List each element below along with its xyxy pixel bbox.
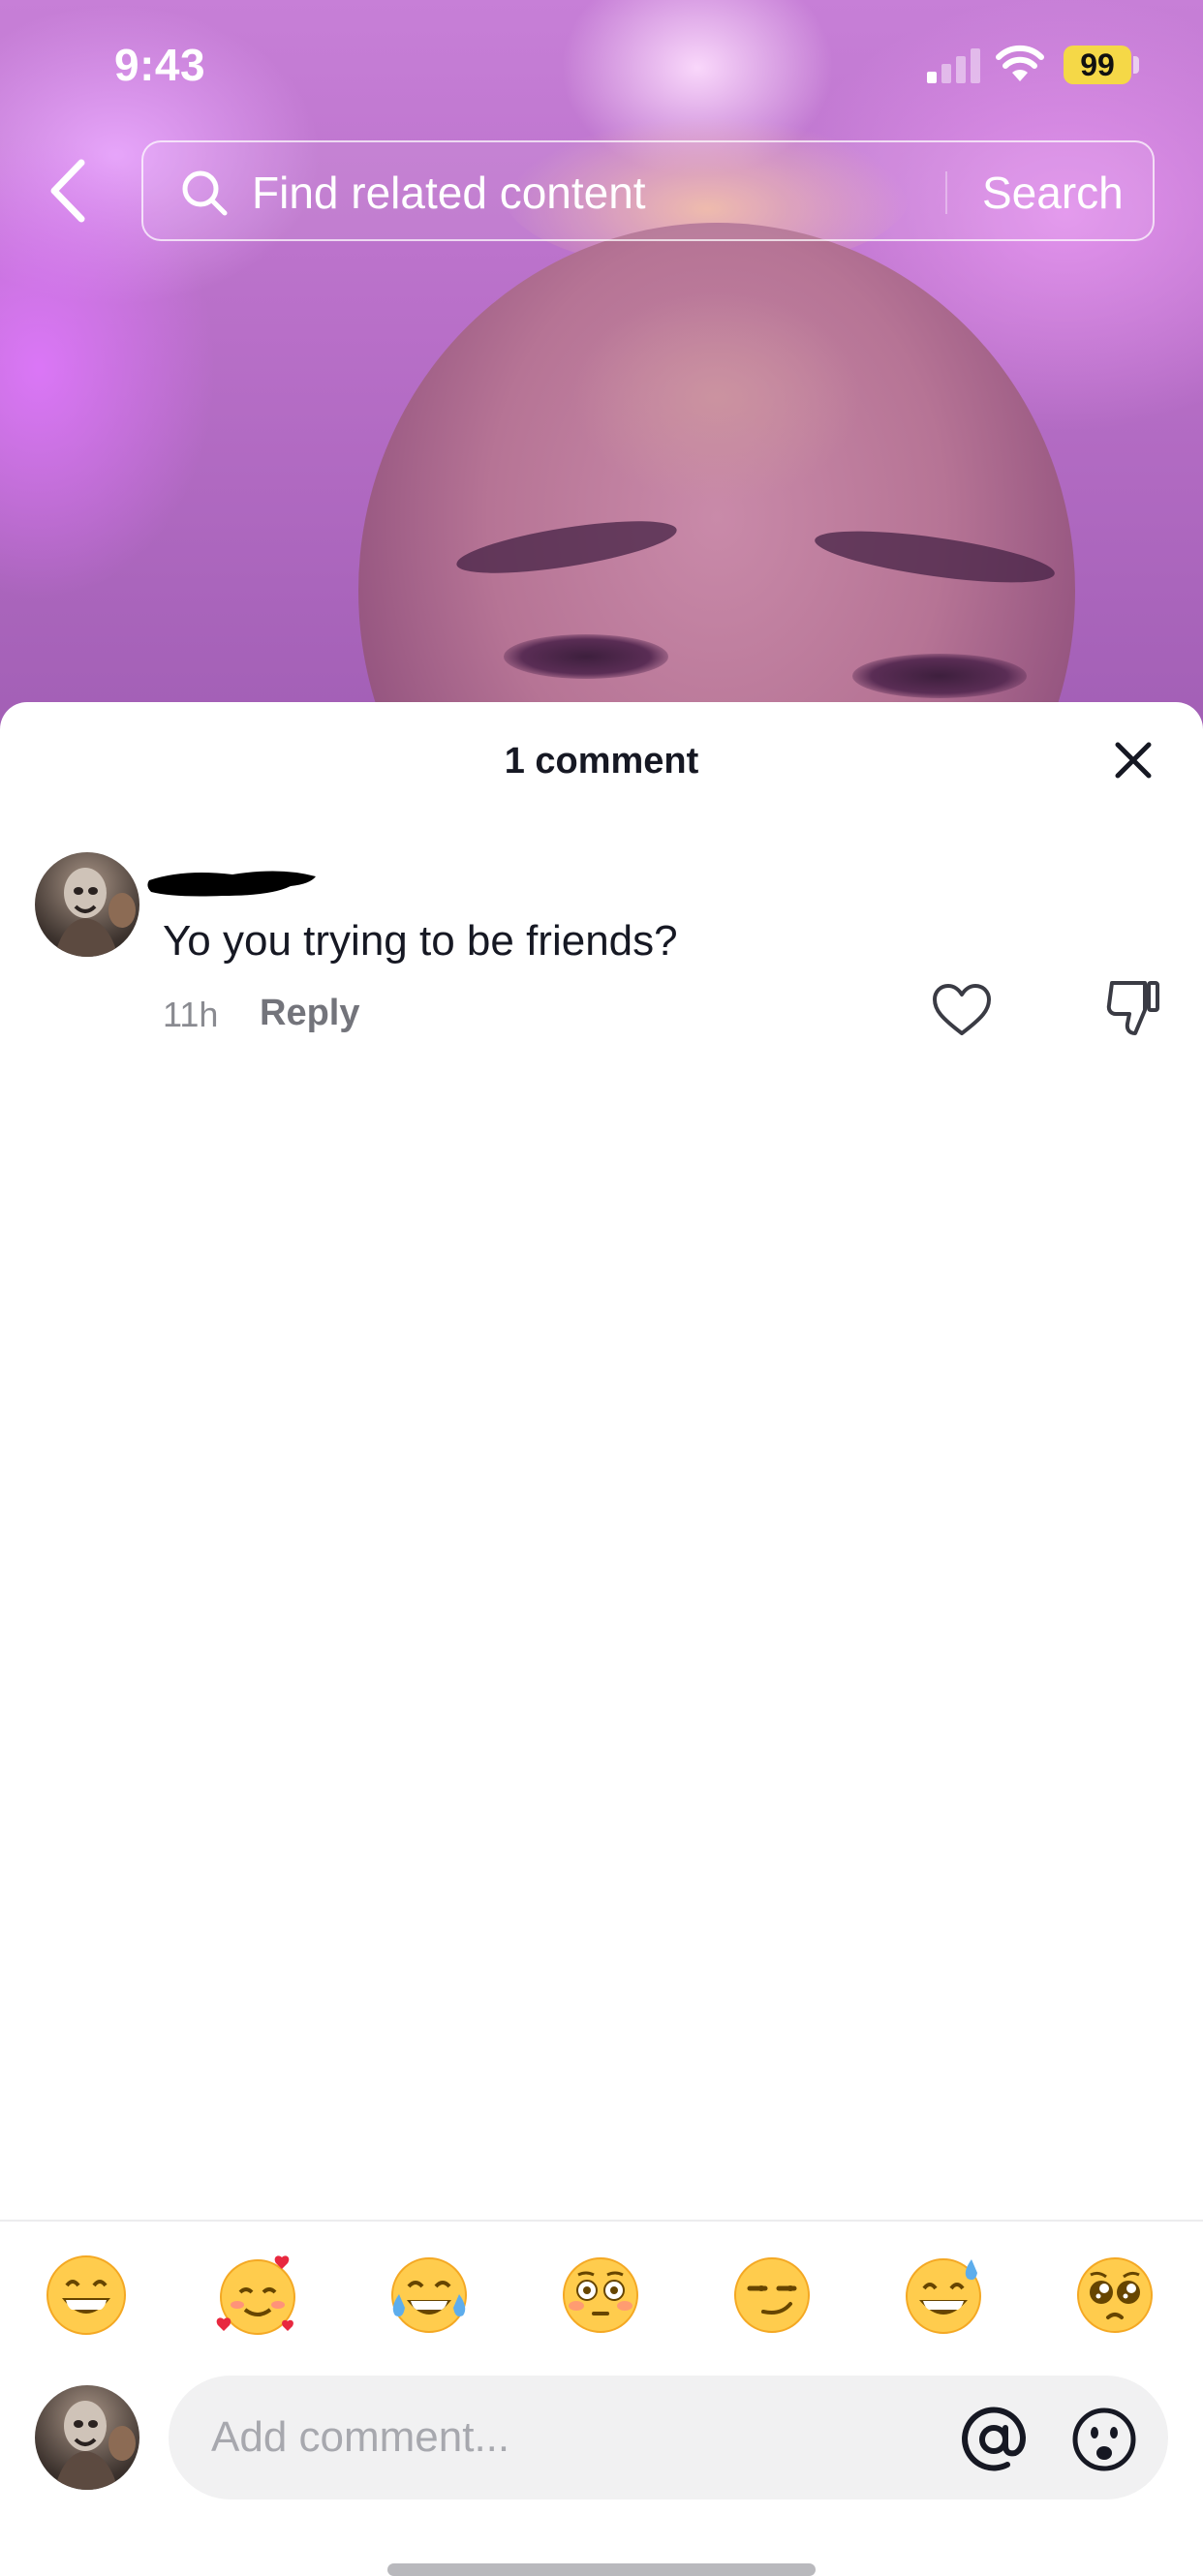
current-user-avatar — [35, 2385, 139, 2490]
battery-cap — [1133, 56, 1139, 74]
comment-timestamp: 11h — [163, 995, 219, 1034]
search-input[interactable] — [252, 166, 872, 220]
home-indicator — [387, 2563, 816, 2576]
avatar-figure-image — [54, 2401, 136, 2490]
at-sign-icon[interactable] — [959, 2405, 1029, 2474]
video-left-eye — [504, 634, 668, 679]
video-right-eye — [852, 654, 1027, 698]
smiling-face-with-hearts-emoji[interactable] — [214, 2252, 301, 2339]
comment-text: Yo you trying to be friends? — [163, 917, 678, 965]
grinning-face-with-sweat-emoji[interactable] — [900, 2252, 987, 2339]
cellular-signal-icon — [927, 48, 980, 83]
flushed-face-emoji[interactable] — [557, 2252, 644, 2339]
search-bar[interactable]: Search — [141, 140, 1155, 241]
thumbs-down-icon[interactable] — [1106, 979, 1160, 1037]
emoji-picker-icon[interactable] — [1069, 2405, 1139, 2474]
user-avatar[interactable] — [35, 852, 139, 957]
status-time: 9:43 — [114, 40, 206, 90]
composer-divider — [0, 2220, 1203, 2222]
comments-count-title: 1 comment — [504, 741, 699, 782]
pleading-face-emoji[interactable] — [1071, 2252, 1158, 2339]
tears-of-joy-emoji[interactable] — [386, 2252, 473, 2339]
redacted-username[interactable] — [145, 863, 320, 902]
comment-input-container[interactable] — [169, 2376, 1168, 2499]
video-background[interactable] — [0, 0, 1203, 736]
heart-outline-icon[interactable] — [932, 983, 992, 1037]
reply-button[interactable]: Reply — [260, 993, 359, 1034]
avatar-figure-image — [54, 868, 136, 957]
search-divider — [945, 171, 947, 214]
wifi-icon — [996, 45, 1044, 81]
magnifier-icon — [182, 170, 228, 216]
video-forehead-shine — [571, 291, 862, 504]
grinning-face-emoji[interactable] — [43, 2252, 130, 2339]
close-icon[interactable] — [1114, 741, 1153, 780]
quick-emoji-row — [0, 2252, 1203, 2339]
battery-indicator: 99 — [1064, 46, 1131, 84]
search-button[interactable]: Search — [982, 166, 1124, 220]
add-comment-input[interactable] — [211, 2408, 947, 2467]
smirking-face-emoji[interactable] — [728, 2252, 816, 2339]
back-button[interactable] — [39, 155, 97, 228]
